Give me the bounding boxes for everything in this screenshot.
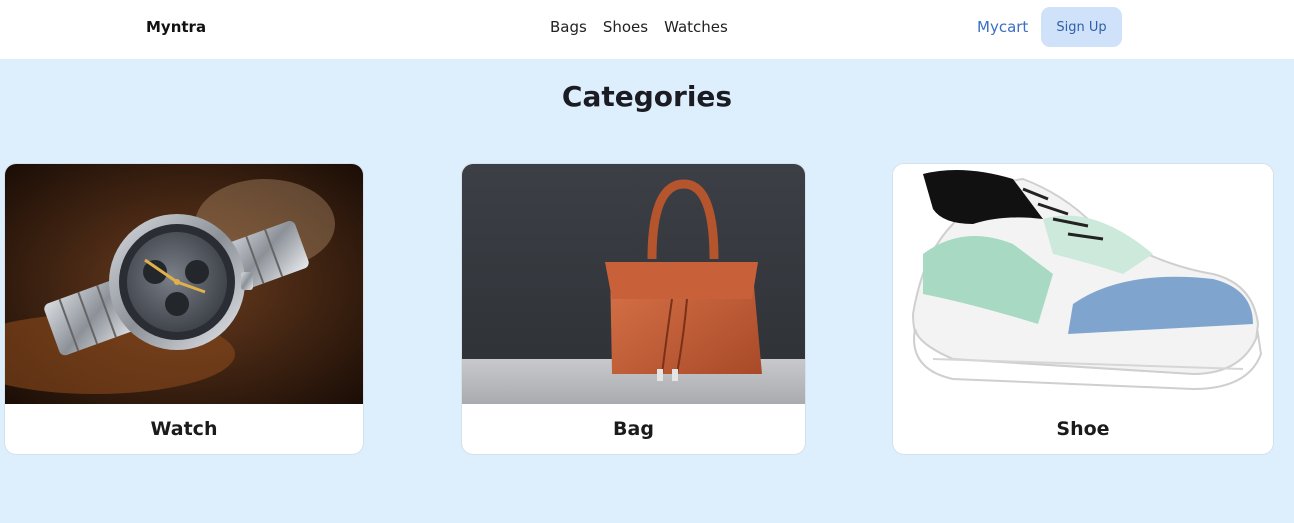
category-label-shoe: Shoe: [1056, 418, 1110, 440]
brand-logo[interactable]: Myntra: [146, 18, 206, 36]
category-card-bag[interactable]: Bag: [461, 163, 806, 455]
nav-link-bags[interactable]: Bags: [550, 18, 587, 36]
page-title: Categories: [561, 80, 733, 113]
wristwatch-photo: [5, 164, 363, 404]
nav-link-shoes[interactable]: Shoes: [603, 18, 648, 36]
category-label-bag: Bag: [613, 418, 654, 440]
category-card-watch[interactable]: Watch: [4, 163, 364, 455]
category-label-watch: Watch: [150, 418, 218, 440]
signup-button[interactable]: Sign Up: [1041, 7, 1122, 47]
nav-link-watches[interactable]: Watches: [664, 18, 728, 36]
navbar: Myntra Bags Shoes Watches Mycart Sign Up: [0, 0, 1294, 59]
handbag-photo: [462, 164, 805, 404]
sneaker-photo: [893, 164, 1273, 404]
nav-links: Bags Shoes Watches: [550, 18, 728, 36]
mycart-link[interactable]: Mycart: [977, 18, 1028, 36]
category-card-shoe[interactable]: Shoe: [892, 163, 1274, 455]
